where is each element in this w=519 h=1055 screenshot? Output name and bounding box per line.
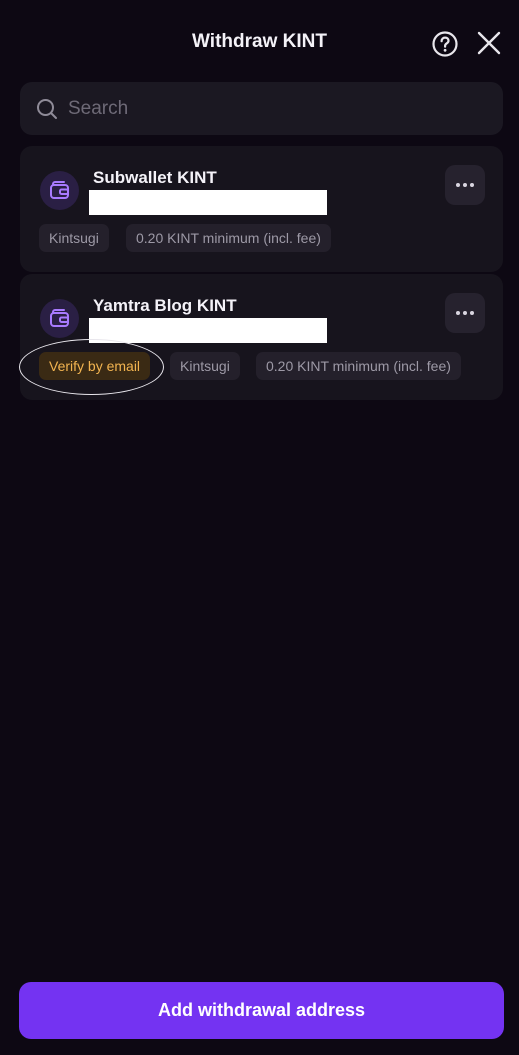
minimum-tag: 0.20 KINT minimum (incl. fee) <box>256 352 461 380</box>
network-tag: Kintsugi <box>170 352 240 380</box>
address-name: Subwallet KINT <box>93 168 217 187</box>
redacted-address <box>89 318 327 343</box>
close-icon <box>477 31 501 55</box>
add-withdrawal-address-button[interactable]: Add withdrawal address <box>19 982 504 1039</box>
search-icon <box>37 99 57 119</box>
address-card[interactable]: Subwallet KINT Kintsugi 0.20 KINT minimu… <box>20 146 503 272</box>
minimum-tag: 0.20 KINT minimum (incl. fee) <box>126 224 331 252</box>
more-options-button[interactable] <box>445 165 485 205</box>
close-button[interactable] <box>476 30 502 56</box>
more-options-button[interactable] <box>445 293 485 333</box>
verify-email-tag[interactable]: Verify by email <box>39 352 151 380</box>
header: Withdraw KINT <box>0 0 519 86</box>
wallet-icon <box>40 171 79 210</box>
address-name: Yamtra Blog KINT <box>93 296 237 315</box>
redacted-address <box>89 190 327 215</box>
question-circle-icon <box>432 31 458 57</box>
network-tag: Kintsugi <box>39 224 109 252</box>
search-bar[interactable] <box>20 82 503 135</box>
search-input[interactable] <box>68 82 488 135</box>
help-button[interactable] <box>431 30 459 58</box>
wallet-icon <box>40 299 79 338</box>
address-card[interactable]: Yamtra Blog KINT Verify by email Kintsug… <box>20 274 503 400</box>
